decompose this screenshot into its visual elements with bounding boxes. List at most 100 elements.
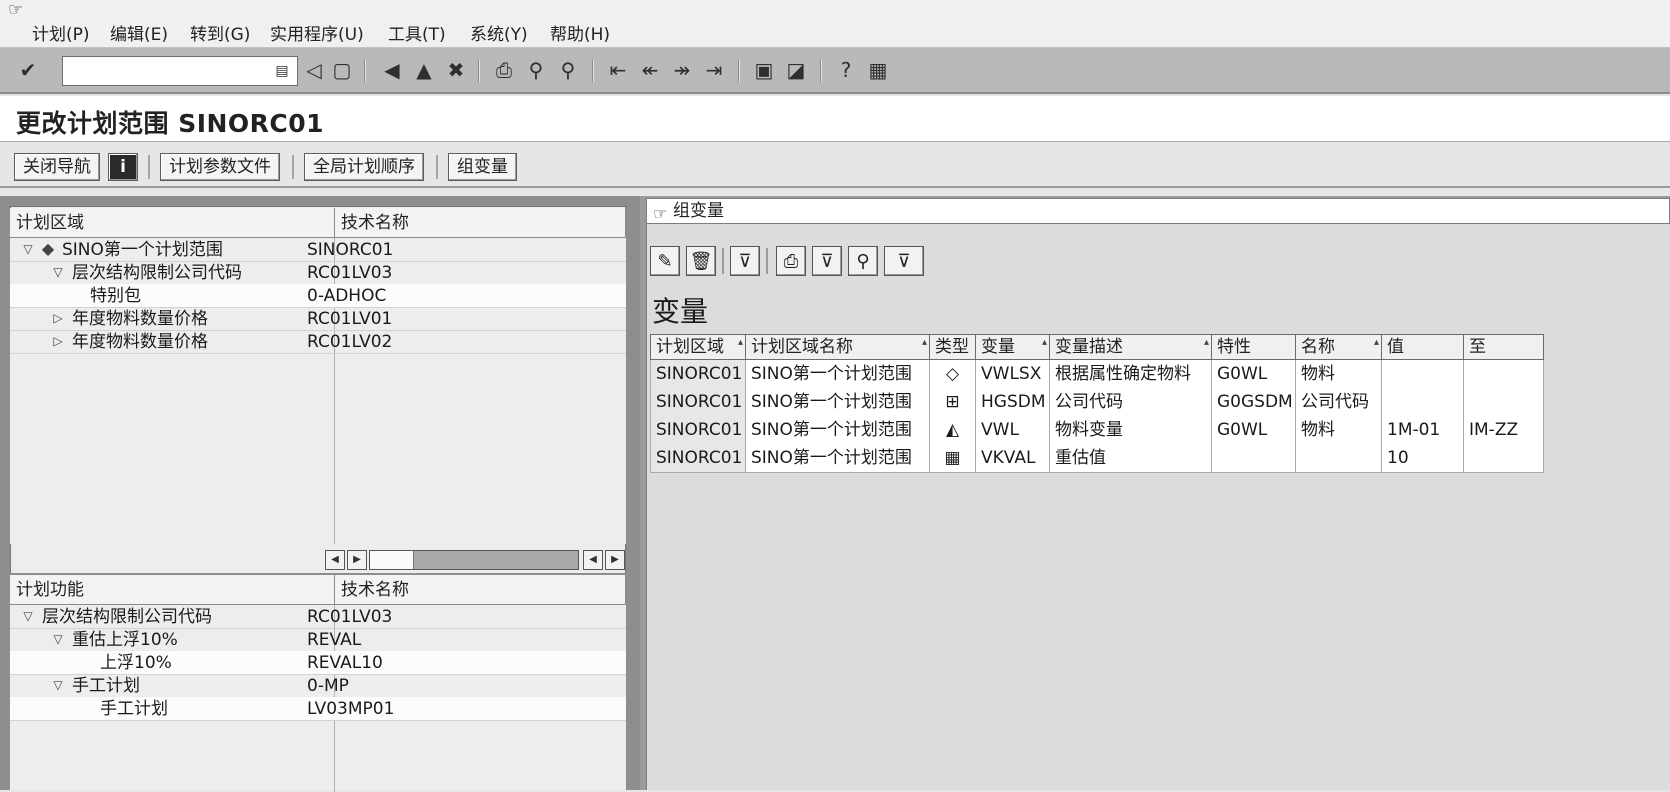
tree-node-label[interactable]: 层次结构限制公司代码 <box>42 605 212 629</box>
scroll-right-icon[interactable]: ▶ <box>347 550 367 570</box>
collapse-icon[interactable]: ▽ <box>50 628 66 652</box>
menu-goto[interactable]: 转到(G) <box>190 22 250 48</box>
tree-node-label[interactable]: 重估上浮10% <box>72 628 178 652</box>
previous-page-icon[interactable]: ↞ <box>638 58 662 82</box>
cell-value[interactable]: 1M-01 <box>1382 416 1464 445</box>
menu-utilities[interactable]: 实用程序(U) <box>270 22 364 48</box>
back-icon[interactable]: ◀ <box>380 58 404 82</box>
tree-row[interactable]: ▽ 手工计划 0-MP <box>10 674 626 698</box>
tree-row[interactable]: 上浮10% REVAL10 <box>10 651 626 675</box>
cell-to[interactable]: IM-ZZ <box>1464 416 1544 445</box>
column-header-type[interactable]: 类型 <box>930 334 976 360</box>
menu-help[interactable]: 帮助(H) <box>550 22 610 48</box>
tree-node-label[interactable]: 年度物料数量价格 <box>72 330 208 354</box>
column-header-name[interactable]: 名称 ▴ <box>1296 334 1382 360</box>
close-navigation-button[interactable]: 关闭导航 <box>14 153 100 181</box>
cell-variable-description[interactable]: 公司代码 <box>1050 388 1212 417</box>
global-plan-sequence-button[interactable]: 全局计划顺序 <box>304 153 424 181</box>
command-field[interactable] <box>62 56 298 86</box>
cell-characteristic[interactable]: G0WL <box>1212 416 1296 445</box>
cell-value[interactable] <box>1382 388 1464 417</box>
cell-to[interactable] <box>1464 388 1544 417</box>
column-header-technical-name[interactable]: 技术名称 <box>335 575 626 605</box>
scroll-thumb[interactable] <box>370 551 414 569</box>
sort-icon[interactable]: ⊽ <box>812 246 842 276</box>
cell-value[interactable] <box>1382 360 1464 389</box>
cell-variable[interactable]: VKVAL <box>976 444 1050 473</box>
first-page-icon[interactable]: ⇤ <box>606 58 630 82</box>
collapse-icon[interactable]: ▽ <box>50 261 66 285</box>
variable-type-icon[interactable]: ▦ <box>930 444 976 473</box>
cell-name[interactable] <box>1296 444 1382 473</box>
tree-node-label[interactable]: 层次结构限制公司代码 <box>72 261 242 285</box>
scroll-left-icon[interactable]: ◀ <box>583 550 603 570</box>
tree-row[interactable]: ▽ ◆ SINO第一个计划范围 SINORC01 <box>10 238 626 262</box>
filter-dropdown-icon[interactable]: ⊽ <box>884 246 924 276</box>
cell-name[interactable]: 物料 <box>1296 360 1382 389</box>
enter-icon[interactable]: ✔ <box>16 58 40 82</box>
cell-planning-area-name[interactable]: SINO第一个计划范围 <box>746 388 930 417</box>
cell-characteristic[interactable] <box>1212 444 1296 473</box>
column-header-technical-name[interactable]: 技术名称 <box>335 208 626 238</box>
info-icon[interactable]: i <box>108 153 138 181</box>
filter-icon[interactable]: ⊽ <box>730 246 760 276</box>
scroll-left-icon[interactable]: ◀ <box>325 550 345 570</box>
print-icon[interactable]: ⎙ <box>492 58 516 82</box>
column-header-variable-description[interactable]: 变量描述 ▴ <box>1050 334 1212 360</box>
scroll-track[interactable] <box>369 550 579 570</box>
column-header-planning-area[interactable]: 计划区域 <box>10 208 335 238</box>
cell-variable[interactable]: VWL <box>976 416 1050 445</box>
column-header-planning-area[interactable]: 计划区域 ▴ <box>650 334 746 360</box>
tree-row[interactable]: ▷ 年度物料数量价格 RC01LV02 <box>10 330 626 354</box>
column-header-variable[interactable]: 变量 ▴ <box>976 334 1050 360</box>
tree-node-label[interactable]: 特别包 <box>90 284 141 308</box>
menu-tools[interactable]: 工具(T) <box>388 22 446 48</box>
print-icon[interactable]: ⎙ <box>776 246 806 276</box>
find-next-icon[interactable]: ⚲ <box>556 58 580 82</box>
cell-to[interactable] <box>1464 444 1544 473</box>
save-icon[interactable]: ▢ <box>330 58 354 82</box>
cell-planning-area-name[interactable]: SINO第一个计划范围 <box>746 444 930 473</box>
cell-variable[interactable]: VWLSX <box>976 360 1050 389</box>
new-session-icon[interactable]: ▣ <box>752 58 776 82</box>
cell-planning-area[interactable]: SINORC01 <box>650 360 746 389</box>
tree-node-label[interactable]: 年度物料数量价格 <box>72 307 208 331</box>
collapse-icon[interactable]: ▽ <box>20 238 36 262</box>
select-all-icon[interactable]: ✎ <box>650 246 680 276</box>
cell-name[interactable]: 物料 <box>1296 416 1382 445</box>
cell-value[interactable]: 10 <box>1382 444 1464 473</box>
cell-planning-area-name[interactable]: SINO第一个计划范围 <box>746 360 930 389</box>
tree-row[interactable]: ▽ 层次结构限制公司代码 RC01LV03 <box>10 261 626 285</box>
cell-planning-area[interactable]: SINORC01 <box>650 416 746 445</box>
expand-icon[interactable]: ▷ <box>50 330 66 354</box>
exit-icon[interactable]: ▲ <box>412 58 436 82</box>
tree-row[interactable]: 手工计划 LV03MP01 <box>10 697 626 721</box>
cell-name[interactable]: 公司代码 <box>1296 388 1382 417</box>
tree-node-label[interactable]: 手工计划 <box>100 697 168 721</box>
variable-type-icon[interactable]: ◭ <box>930 416 976 445</box>
plan-parameter-file-button[interactable]: 计划参数文件 <box>160 153 280 181</box>
cell-characteristic[interactable]: G0GSDM <box>1212 388 1296 417</box>
horizontal-scrollbar[interactable]: ◀ ▶ ◀ ▶ <box>325 550 625 570</box>
tree-node-label[interactable]: 上浮10% <box>100 651 172 675</box>
window-menu-icon[interactable]: ☞ <box>8 0 23 20</box>
variable-type-icon[interactable]: ◇ <box>930 360 976 389</box>
command-history-icon[interactable]: ▤ <box>274 62 290 80</box>
tree-row[interactable]: ▷ 年度物料数量价格 RC01LV01 <box>10 307 626 331</box>
last-page-icon[interactable]: ⇥ <box>702 58 726 82</box>
cancel-icon[interactable]: ✖ <box>444 58 468 82</box>
cell-variable[interactable]: HGSDM <box>976 388 1050 417</box>
cell-planning-area-name[interactable]: SINO第一个计划范围 <box>746 416 930 445</box>
menu-system[interactable]: 系统(Y) <box>470 22 528 48</box>
find-icon[interactable]: ⚲ <box>524 58 548 82</box>
find-icon[interactable]: ⚲ <box>848 246 878 276</box>
menu-plan[interactable]: 计划(P) <box>32 22 90 48</box>
tree-node-label[interactable]: SINO第一个计划范围 <box>62 238 223 262</box>
cell-characteristic[interactable]: G0WL <box>1212 360 1296 389</box>
column-header-planning-function[interactable]: 计划功能 <box>10 575 335 605</box>
cell-planning-area[interactable]: SINORC01 <box>650 444 746 473</box>
tree-node-label[interactable]: 手工计划 <box>72 674 140 698</box>
next-page-icon[interactable]: ↠ <box>670 58 694 82</box>
layout-icon[interactable]: ▦ <box>866 58 890 82</box>
scroll-right-icon[interactable]: ▶ <box>605 550 625 570</box>
